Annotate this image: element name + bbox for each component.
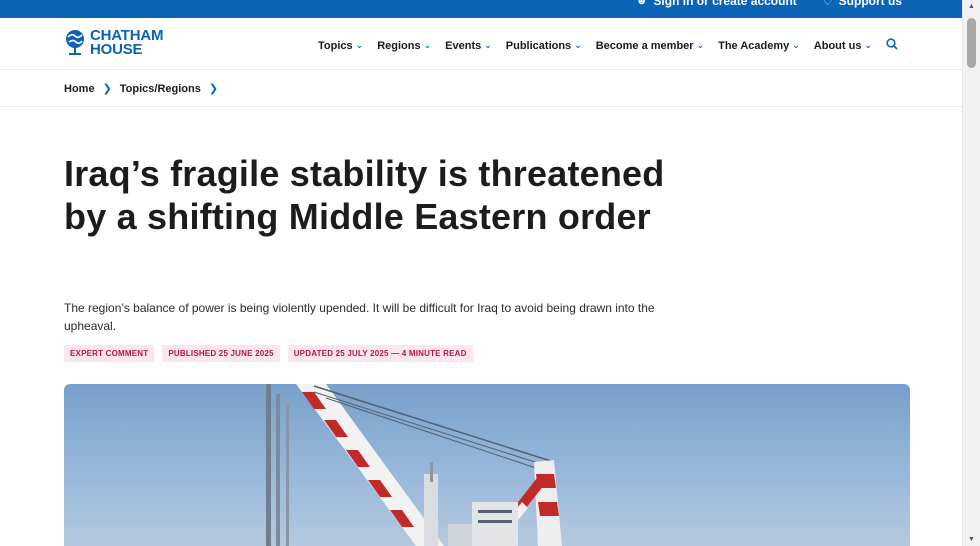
support-us-link[interactable]: ♡ Support us: [823, 0, 902, 8]
breadcrumb-home[interactable]: Home: [64, 83, 95, 95]
nav-academy[interactable]: The Academy ⌄: [718, 40, 800, 52]
nav-publications-label: Publications: [505, 39, 572, 52]
breadcrumb-topics-regions[interactable]: Topics/Regions: [120, 83, 201, 95]
user-icon: ☻: [635, 0, 648, 7]
chevron-down-icon: ⌄: [574, 40, 582, 50]
article-tags: EXPERT COMMENT PUBLISHED 25 JUNE 2025 UP…: [64, 345, 473, 362]
article-lede: The region’s balance of power is being v…: [64, 301, 655, 333]
chevron-down-icon: ⌄: [864, 40, 872, 50]
nav-about-us[interactable]: About us ⌄: [814, 40, 872, 52]
nav-topics-label: Topics: [318, 39, 353, 52]
site-header: CHATHAM HOUSE Topics ⌄ Regions ⌄ Events ⌄ P…: [0, 18, 962, 70]
support-us-label: Support us: [838, 0, 902, 8]
chevron-down-icon: ⌄: [696, 40, 705, 50]
tag-expert-comment[interactable]: EXPERT COMMENT: [64, 345, 155, 362]
chevron-right-icon: ❯: [208, 83, 219, 95]
chevron-down-icon: ⌄: [355, 40, 364, 50]
article-title: Iraq’s fragile stability is threatened b…: [64, 153, 665, 237]
nav-topics[interactable]: Topics ⌄: [318, 40, 363, 52]
breadcrumb: Home ❯ Topics/Regions ❯: [0, 70, 962, 107]
chevron-down-icon: ⌄: [423, 40, 432, 50]
scroll-down-arrow[interactable]: ▼: [968, 536, 975, 543]
globe-logo-icon: [66, 30, 84, 55]
chevron-right-icon: ❯: [102, 83, 112, 95]
nav-become-member-label: Become a member: [595, 39, 694, 52]
main-nav: Topics ⌄ Regions ⌄ Events ⌄ Publications ⌄ B…: [318, 38, 898, 53]
chatham-house-logo[interactable]: CHATHAM HOUSE: [64, 28, 164, 58]
nav-publications[interactable]: Publications ⌄: [506, 40, 582, 52]
scroll-up-arrow[interactable]: ▲: [968, 3, 975, 10]
search-icon[interactable]: [886, 38, 898, 53]
nav-become-member[interactable]: Become a member ⌄: [596, 40, 704, 52]
hero-image: [64, 384, 910, 546]
chevron-down-icon: ⌄: [792, 40, 800, 50]
nav-regions-label: Regions: [377, 39, 421, 52]
nav-events[interactable]: Events ⌄: [445, 40, 492, 52]
scrollbar-thumb[interactable]: [967, 18, 976, 68]
tag-updated-date: UPDATED 25 JULY 2025 — 4 MINUTE READ: [287, 345, 473, 362]
page-scrollbar[interactable]: ▲ ▼: [962, 0, 980, 546]
top-utility-bar: ☻ Sign in or create account ♡ Support us: [0, 0, 962, 18]
sign-in-label: Sign in or create account: [653, 0, 797, 8]
nav-academy-label: The Academy: [718, 39, 790, 52]
sign-in-link[interactable]: ☻ Sign in or create account: [636, 0, 797, 8]
nav-regions[interactable]: Regions ⌄: [377, 40, 431, 52]
nav-about-us-label: About us: [813, 39, 862, 52]
tag-published-date: PUBLISHED 25 JUNE 2025: [162, 345, 280, 362]
crane-ship-illustration: [266, 384, 562, 546]
heart-icon: ♡: [822, 0, 833, 8]
nav-events-label: Events: [445, 39, 482, 52]
chevron-down-icon: ⌄: [484, 40, 492, 50]
logo-line-2: HOUSE: [90, 41, 143, 58]
